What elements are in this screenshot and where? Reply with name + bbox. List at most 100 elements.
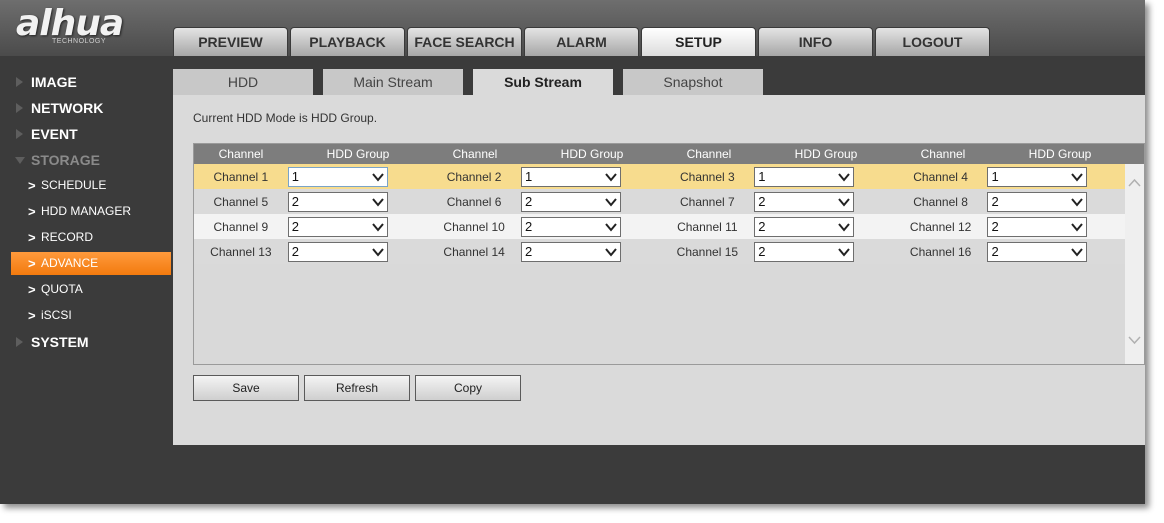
hdd-group-select[interactable]: 1 [754, 166, 855, 187]
chevron-down-icon[interactable] [370, 219, 386, 235]
channel-label: Channel 7 [679, 194, 735, 209]
chevron-down-icon[interactable] [836, 169, 852, 185]
chevron-down-icon[interactable] [603, 194, 619, 210]
hdd-group-value: 2 [524, 243, 533, 259]
hdd-group-select[interactable]: 2 [520, 216, 621, 237]
column-header: Channel [218, 147, 264, 161]
content-panel: Current HDD Mode is HDD Group. Channel H… [173, 95, 1145, 445]
subtab-main-stream[interactable]: Main Stream [323, 69, 463, 95]
chevron-down-icon[interactable] [370, 194, 386, 210]
sidebar-subitem-advance[interactable]: > ADVANCE [11, 252, 171, 275]
channel-label: Channel 2 [446, 169, 502, 184]
sidebar-item-system[interactable]: SYSTEM [0, 329, 173, 355]
channel-label: Channel 16 [909, 244, 972, 259]
sidebar-subitem-schedule[interactable]: > SCHEDULE [11, 174, 171, 197]
hdd-group-cell: 2 [287, 191, 428, 212]
main-nav: PREVIEW PLAYBACK FACE SEARCH ALARM SETUP… [173, 27, 992, 56]
hdd-group-value: 1 [291, 168, 299, 184]
column-header: HDD Group [794, 147, 858, 161]
channel-label: Channel 12 [909, 219, 972, 234]
hdd-group-cell: 2 [520, 191, 661, 212]
hdd-group-select[interactable]: 2 [287, 241, 388, 262]
chevron-right-icon: > [28, 204, 36, 219]
subtab-hdd[interactable]: HDD [173, 69, 313, 95]
sidebar-subitem-record[interactable]: > RECORD [11, 226, 171, 249]
table-row: Channel 9 2 Channel 10 2 Channel 11 2 Channel … [194, 214, 1127, 239]
channel-label: Channel 11 [677, 219, 738, 234]
sub-tabs: HDD Main Stream Sub Stream Snapshot [173, 69, 773, 95]
header-bar: alhua TECHNOLOGY PREVIEW PLAYBACK FACE S… [0, 0, 1145, 56]
channel-label: Channel 6 [446, 194, 502, 209]
hdd-group-select[interactable]: 1 [287, 166, 388, 187]
sidebar-item-label: IMAGE [31, 74, 77, 90]
hdd-group-cell: 2 [987, 216, 1127, 237]
sidebar-subitem-label: HDD MANAGER [41, 204, 132, 218]
hdd-group-cell: 2 [987, 241, 1127, 262]
sidebar-subitem-hdd-manager[interactable]: > HDD MANAGER [11, 200, 171, 223]
hdd-group-value: 2 [991, 243, 999, 259]
channel-label: Channel 13 [210, 244, 272, 259]
chevron-down-icon[interactable] [836, 219, 852, 235]
vertical-scrollbar[interactable] [1125, 164, 1144, 364]
scroll-up-icon[interactable] [1128, 178, 1141, 187]
hdd-group-cell: 2 [520, 216, 661, 237]
expanded-arrow-icon [15, 157, 25, 164]
chevron-down-icon[interactable] [1069, 169, 1085, 185]
sidebar-item-label: SYSTEM [31, 334, 89, 350]
chevron-down-icon[interactable] [836, 244, 852, 260]
chevron-right-icon: > [28, 256, 36, 271]
subtab-snapshot[interactable]: Snapshot [623, 69, 763, 95]
subtab-sub-stream[interactable]: Sub Stream [473, 69, 613, 95]
tab-info[interactable]: INFO [758, 27, 873, 56]
sidebar-subitem-iscsi[interactable]: > iSCSI [11, 304, 171, 327]
hdd-group-cell: 1 [754, 166, 894, 187]
hdd-group-select[interactable]: 2 [987, 241, 1088, 262]
tab-logout[interactable]: LOGOUT [875, 27, 990, 56]
hdd-group-select[interactable]: 1 [987, 166, 1088, 187]
tab-setup[interactable]: SETUP [641, 27, 756, 56]
refresh-button[interactable]: Refresh [304, 375, 410, 401]
hdd-group-select[interactable]: 2 [520, 241, 621, 262]
chevron-down-icon[interactable] [1069, 194, 1085, 210]
hdd-group-select[interactable]: 2 [287, 216, 388, 237]
scroll-down-icon[interactable] [1128, 336, 1141, 345]
hdd-group-cell: 1 [987, 166, 1127, 187]
channel-label: Channel 4 [913, 169, 968, 184]
chevron-down-icon[interactable] [370, 244, 386, 260]
hdd-group-select[interactable]: 2 [987, 191, 1088, 212]
save-button[interactable]: Save [193, 375, 299, 401]
hdd-group-select[interactable]: 2 [287, 191, 388, 212]
sidebar-item-storage[interactable]: STORAGE [0, 147, 173, 173]
hdd-group-select[interactable]: 2 [754, 216, 855, 237]
hdd-group-cell: 2 [520, 241, 661, 262]
chevron-down-icon[interactable] [370, 169, 386, 185]
tab-face-search[interactable]: FACE SEARCH [407, 27, 522, 56]
collapsed-arrow-icon [16, 129, 23, 139]
hdd-group-cell: 2 [754, 241, 894, 262]
brand-logo: alhua TECHNOLOGY [14, 4, 154, 50]
hdd-group-select[interactable]: 2 [520, 191, 621, 212]
hdd-group-select[interactable]: 1 [520, 166, 621, 187]
hdd-group-cell: 1 [287, 166, 428, 187]
hdd-group-select[interactable]: 2 [754, 191, 855, 212]
sidebar-item-label: NETWORK [31, 100, 104, 116]
hdd-group-value: 2 [991, 193, 999, 209]
sidebar-item-network[interactable]: NETWORK [0, 95, 173, 121]
hdd-group-select[interactable]: 2 [754, 241, 855, 262]
chevron-down-icon[interactable] [603, 219, 619, 235]
chevron-down-icon[interactable] [603, 169, 619, 185]
tab-playback[interactable]: PLAYBACK [290, 27, 405, 56]
tab-preview[interactable]: PREVIEW [173, 27, 288, 56]
copy-button[interactable]: Copy [415, 375, 521, 401]
chevron-down-icon[interactable] [836, 194, 852, 210]
sidebar-item-image[interactable]: IMAGE [0, 69, 173, 95]
chevron-down-icon[interactable] [1069, 244, 1085, 260]
tab-alarm[interactable]: ALARM [524, 27, 639, 56]
hdd-mode-status: Current HDD Mode is HDD Group. [193, 111, 378, 125]
hdd-group-select[interactable]: 2 [987, 216, 1088, 237]
collapsed-arrow-icon [16, 77, 23, 87]
sidebar-item-event[interactable]: EVENT [0, 121, 173, 147]
sidebar-subitem-quota[interactable]: > QUOTA [11, 278, 171, 301]
chevron-down-icon[interactable] [603, 244, 619, 260]
chevron-down-icon[interactable] [1069, 219, 1085, 235]
